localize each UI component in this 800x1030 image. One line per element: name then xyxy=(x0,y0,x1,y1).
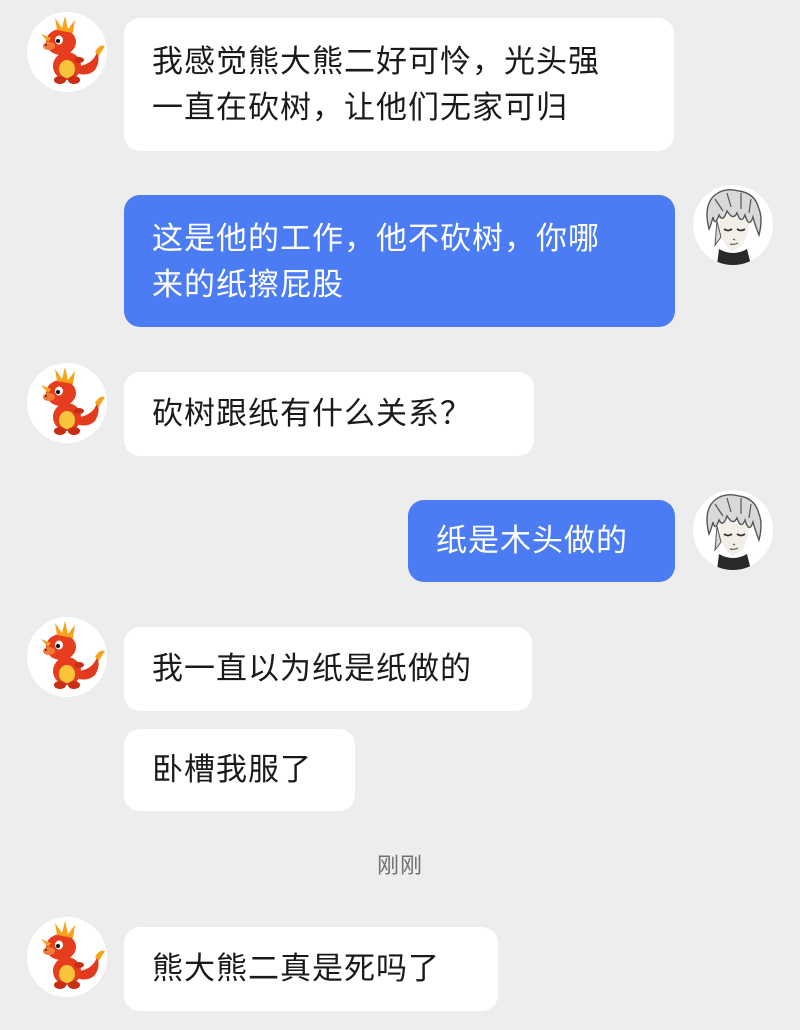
message-text-line: 来的纸擦屁股 xyxy=(152,267,344,303)
chat-area: 我感觉熊大熊二好可怜，光头强 一直在砍树，让他们无家可归 这是他的工作，他不砍树… xyxy=(0,0,800,1030)
message-bubble-incoming[interactable]: 砍树跟纸有什么关系？ xyxy=(124,372,534,456)
message-bubble-incoming[interactable]: 卧槽我服了 xyxy=(124,729,355,811)
contact-avatar[interactable] xyxy=(27,917,107,997)
message-timestamp: 刚刚 xyxy=(376,854,423,879)
message-text-line: 熊大熊二真是死吗了 xyxy=(152,951,440,987)
message-bubble-incoming[interactable]: 熊大熊二真是死吗了 xyxy=(124,927,498,1011)
dragon-mascot-icon xyxy=(27,617,107,697)
message-bubble-incoming[interactable]: 我一直以为纸是纸做的 xyxy=(124,627,532,711)
dragon-mascot-icon xyxy=(27,917,107,997)
contact-avatar[interactable] xyxy=(27,12,107,92)
contact-avatar[interactable] xyxy=(27,617,107,697)
message-bubble-outgoing[interactable]: 这是他的工作，他不砍树，你哪 来的纸擦屁股 xyxy=(124,195,675,327)
message-text-line: 这是他的工作，他不砍树，你哪 xyxy=(152,221,600,257)
message-bubble-incoming[interactable]: 我感觉熊大熊二好可怜，光头强 一直在砍树，让他们无家可归 xyxy=(124,18,674,151)
user-avatar[interactable] xyxy=(693,490,773,570)
message-text-line: 卧槽我服了 xyxy=(152,752,312,788)
message-text-line: 一直在砍树，让他们无家可归 xyxy=(152,90,568,126)
message-bubble-outgoing[interactable]: 纸是木头做的 xyxy=(408,500,675,582)
message-text-line: 纸是木头做的 xyxy=(436,523,628,559)
contact-avatar[interactable] xyxy=(27,363,107,443)
user-avatar[interactable] xyxy=(693,185,773,265)
message-text-line: 砍树跟纸有什么关系？ xyxy=(152,396,472,432)
anime-character-icon xyxy=(693,490,773,570)
message-text-line: 我感觉熊大熊二好可怜，光头强 xyxy=(152,44,600,80)
dragon-mascot-icon xyxy=(27,363,107,443)
dragon-mascot-icon xyxy=(27,12,107,92)
message-text-line: 我一直以为纸是纸做的 xyxy=(152,651,472,687)
anime-character-icon xyxy=(693,185,773,265)
